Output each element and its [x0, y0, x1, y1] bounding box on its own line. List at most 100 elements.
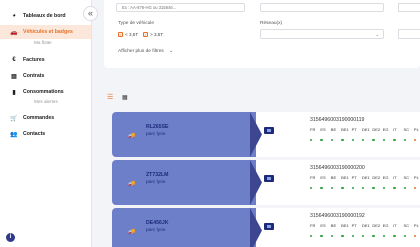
vehicle-card[interactable]: 🚚 RL265SE parc lyon 3156496003190000119 …: [112, 112, 420, 157]
country-status-dot: [341, 187, 344, 190]
country-status-dot: [372, 139, 375, 142]
country-status-dot: [413, 139, 417, 142]
document-icon: ▤: [11, 73, 17, 80]
country-code: PT: [351, 127, 357, 132]
sidebar-item-label: Consommations: [23, 89, 64, 95]
country-code: BE: [330, 223, 337, 228]
list-view-icon[interactable]: ☰: [107, 93, 113, 101]
sidebar-item-label: Contacts: [23, 131, 46, 137]
truck-icon: 🚚: [128, 181, 136, 187]
sidebar-item-label: Contrats: [23, 73, 45, 79]
search-input[interactable]: [116, 3, 245, 12]
country-code: ES: [320, 127, 326, 132]
country-list: FR ES BE BE1 PT DE1 DE2 EG IT SC PL: [310, 127, 420, 132]
country-code: IT: [393, 175, 397, 180]
checkbox-over-3-5t[interactable]: ✓: [143, 32, 148, 37]
country-code: ES: [320, 223, 326, 228]
truck-icon: 🚚: [128, 229, 136, 235]
sidebar-item-orders[interactable]: 🛒 Commandes: [0, 111, 91, 125]
country-code: BE1: [341, 223, 349, 228]
network-select-secondary[interactable]: [398, 29, 420, 39]
vehicle-card-header: 🚚 DE456JK parc lyon: [112, 208, 256, 247]
country-code: FR: [310, 127, 316, 132]
sidebar-item-contacts[interactable]: 👥 Contacts: [0, 127, 91, 141]
country-code: PL: [413, 223, 419, 228]
country-status-dot: [361, 235, 365, 238]
vehicle-plate: RL265SE: [146, 124, 169, 130]
network-label: Réseau(x): [260, 21, 283, 26]
checkbox-under-3-5t[interactable]: ✓: [118, 32, 123, 37]
country-list: FR ES BE BE1 PT DE1 DE2 EG IT SC PL: [310, 223, 420, 228]
filter-select-secondary[interactable]: [398, 3, 420, 12]
more-filters-toggle[interactable]: Afficher plus de filtres ⌄: [118, 49, 173, 54]
filter-panel: Type de véhicule ✓ < 3,5T ✓ > 3,5T Résea…: [104, 0, 420, 68]
country-status-dot: [310, 187, 313, 190]
badge-panel: 3156496003190000192 FR ES BE BE1 PT DE1 DE2 EG I…: [256, 208, 420, 247]
country-code: IT: [393, 127, 397, 132]
country-status-dot: [382, 235, 386, 238]
country-list: FR ES BE BE1 PT DE1 DE2 EG IT SC PL: [310, 175, 420, 180]
country-code: FR: [310, 175, 316, 180]
country-code: ES: [320, 175, 326, 180]
vehicle-fleet: parc lyon: [146, 132, 166, 137]
euro-icon: €: [12, 57, 16, 63]
vehicle-type-label: Type de véhicule: [118, 21, 154, 26]
country-status-dot: [320, 187, 323, 190]
country-status-dot: [382, 139, 386, 142]
country-status-dot: [351, 139, 354, 142]
vehicle-fleet: parc lyon: [146, 180, 166, 185]
checkbox-over-3-5t-label: > 3,5T: [150, 32, 164, 37]
country-code: SC: [403, 127, 410, 132]
dashboard-icon: ◕: [12, 13, 16, 19]
country-code: BE: [330, 127, 337, 132]
sidebar-item-dashboard[interactable]: ◕ Tableaux de bord: [0, 9, 91, 23]
badge-panel: 3156496003190000119 FR ES BE BE1 PT DE1 DE2 EG I…: [256, 112, 420, 157]
country-status-dot: [320, 235, 323, 238]
sidebar-item-label: Tableaux de bord: [23, 13, 66, 19]
sidebar-item-contracts[interactable]: ▤ Contrats: [0, 69, 91, 83]
network-select[interactable]: ⌄: [260, 29, 384, 39]
country-code: BE1: [341, 175, 349, 180]
country-code: EG: [382, 223, 389, 228]
country-code: DE1: [361, 127, 370, 132]
vehicle-plate: ZT732LM: [146, 172, 169, 178]
country-status-dot: [310, 139, 313, 142]
country-status-row: [310, 139, 420, 142]
sidebar-item-consumption[interactable]: ▮ Consommations: [0, 85, 91, 99]
country-code: SC: [403, 223, 410, 228]
sidebar-subitem-fleet[interactable]: Ma flotte: [34, 40, 52, 45]
grid-view-icon[interactable]: ▦: [122, 94, 128, 101]
info-icon[interactable]: i: [6, 233, 15, 242]
country-code: SC: [403, 175, 410, 180]
country-status-dot: [403, 187, 406, 190]
sidebar-item-vehicles[interactable]: 🚗 Véhicules et badges: [0, 25, 91, 39]
country-code: PT: [351, 175, 357, 180]
vehicle-card[interactable]: 🚚 DE456JK parc lyon 3156496003190000192 …: [112, 208, 420, 247]
collapse-sidebar-button[interactable]: «: [83, 6, 98, 21]
vehicle-card[interactable]: 🚚 ZT732LM parc lyon 3156496003190000200 …: [112, 160, 420, 205]
country-status-dot: [372, 187, 375, 190]
vehicle-card-header: 🚚 ZT732LM parc lyon: [112, 160, 256, 205]
country-status-dot: [413, 187, 417, 190]
country-code: FR: [310, 223, 316, 228]
sidebar-item-invoices[interactable]: € Factures: [0, 53, 91, 67]
sidebar-item-label: Véhicules et badges: [23, 29, 73, 35]
filter-select[interactable]: [260, 3, 384, 12]
badge-number: 3156496003190000200: [310, 165, 365, 171]
chevron-down-icon: ⌄: [169, 49, 174, 54]
sidebar-item-label: Commandes: [23, 115, 55, 121]
country-code: PL: [413, 175, 419, 180]
country-code: BE1: [341, 127, 349, 132]
country-code: DE2: [372, 127, 381, 132]
sidebar-subitem-alerts[interactable]: Mes alertes: [34, 99, 58, 104]
country-status-dot: [403, 235, 406, 238]
country-status-dot: [393, 187, 396, 190]
country-status-dot: [351, 187, 354, 190]
country-code: DE2: [372, 223, 381, 228]
country-status-dot: [393, 235, 396, 238]
country-status-dot: [382, 187, 386, 190]
badge-card-icon: [264, 127, 274, 134]
country-code: PL: [413, 127, 419, 132]
country-status-dot: [372, 235, 375, 238]
country-code: EG: [382, 127, 389, 132]
